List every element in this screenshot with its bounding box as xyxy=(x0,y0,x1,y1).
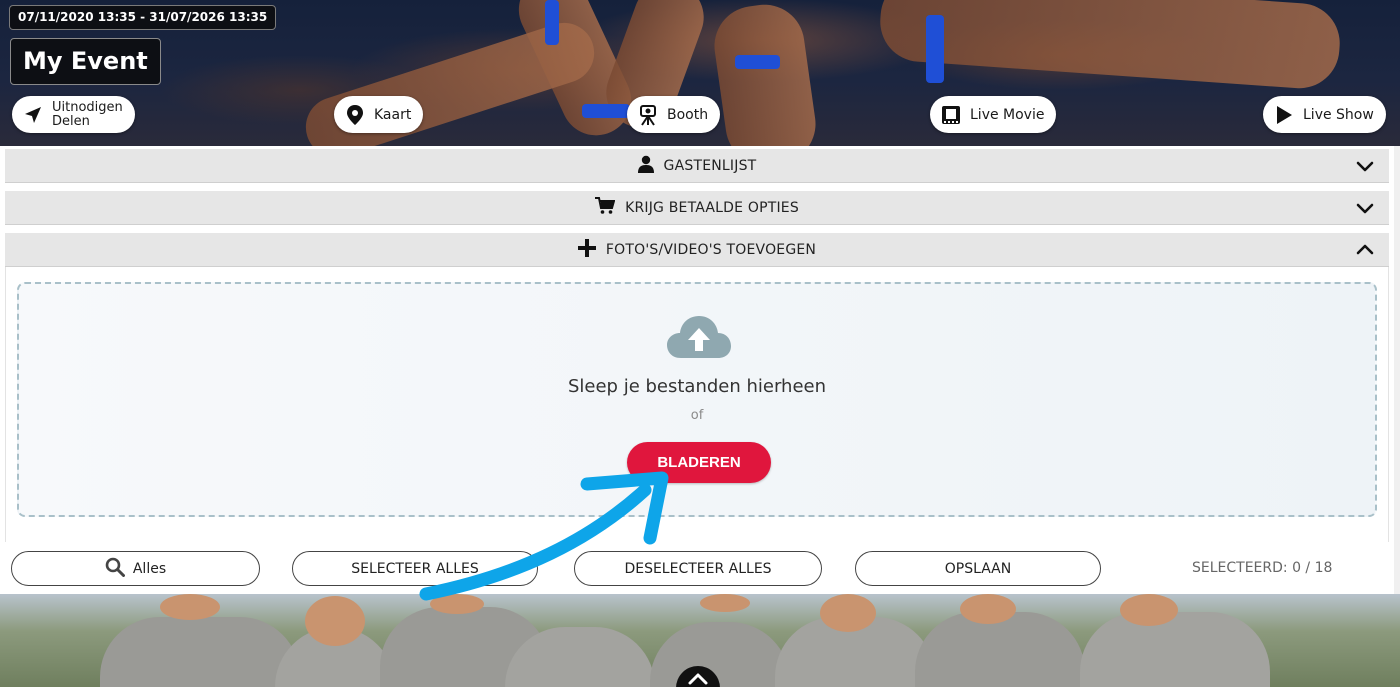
person-decoration xyxy=(1080,612,1270,687)
head-decoration xyxy=(1120,594,1178,626)
person-decoration xyxy=(915,612,1085,687)
live-show-button[interactable]: Live Show xyxy=(1263,96,1386,133)
camera-tripod-icon xyxy=(637,104,659,126)
invite-label: Uitnodigen xyxy=(52,99,123,115)
save-button[interactable]: OPSLAAN xyxy=(855,551,1101,586)
map-label: Kaart xyxy=(374,106,412,123)
live-movie-button[interactable]: Live Movie xyxy=(930,96,1057,133)
wristband-decoration xyxy=(582,104,630,118)
map-pin-icon xyxy=(344,104,366,126)
event-date-range: 07/11/2020 13:35 - 31/07/2026 13:35 xyxy=(9,5,277,30)
filter-all-button[interactable]: Alles xyxy=(11,551,260,586)
live-show-label: Live Show xyxy=(1303,106,1374,123)
head-decoration xyxy=(305,596,365,646)
paper-plane-icon xyxy=(22,104,44,126)
file-dropzone[interactable]: Sleep je bestanden hierheen of BLADEREN xyxy=(17,282,1377,517)
search-icon xyxy=(105,557,125,581)
hero-arm-decoration xyxy=(877,0,1343,91)
live-movie-label: Live Movie xyxy=(970,106,1045,123)
film-icon xyxy=(940,104,962,126)
head-decoration xyxy=(820,594,876,632)
head-decoration xyxy=(960,594,1016,624)
map-button[interactable]: Kaart xyxy=(334,96,424,133)
select-all-button[interactable]: SELECTEER ALLES xyxy=(292,551,538,586)
person-decoration xyxy=(650,622,790,687)
invite-share-button[interactable]: Uitnodigen Delen xyxy=(12,96,135,133)
guestlist-label: GASTENLIJST xyxy=(663,157,757,174)
dropzone-or-text: of xyxy=(690,408,704,423)
head-decoration xyxy=(160,594,220,620)
page-scrollbar[interactable] xyxy=(1394,146,1400,594)
booth-button[interactable]: Booth xyxy=(627,96,721,133)
browse-button[interactable]: BLADEREN xyxy=(627,442,771,483)
cart-icon xyxy=(595,196,616,219)
chevron-down-icon xyxy=(1356,203,1374,214)
add-media-accordion-header[interactable]: FOTO'S/VIDEO'S TOEVOEGEN xyxy=(5,233,1389,267)
chevron-up-icon xyxy=(688,673,708,685)
head-decoration xyxy=(430,594,484,614)
filter-all-label: Alles xyxy=(132,560,167,577)
user-icon xyxy=(637,155,654,177)
share-label: Delen xyxy=(52,113,90,129)
event-header-banner: 07/11/2020 13:35 - 31/07/2026 13:35 My E… xyxy=(0,0,1400,146)
cloud-upload-icon xyxy=(667,316,731,358)
wristband-decoration xyxy=(545,0,559,45)
plus-icon xyxy=(577,238,596,261)
wristband-decoration xyxy=(735,55,780,69)
deselect-all-button[interactable]: DESELECTEER ALLES xyxy=(574,551,822,586)
head-decoration xyxy=(700,594,750,612)
chevron-up-icon xyxy=(1356,244,1374,255)
paid-options-accordion-header[interactable]: KRIJG BETAALDE OPTIES xyxy=(5,191,1389,225)
hero-arm-decoration xyxy=(709,0,821,146)
dropzone-instruction: Sleep je bestanden hierheen xyxy=(567,376,827,397)
person-decoration xyxy=(100,617,300,687)
guestlist-accordion-header[interactable]: GASTENLIJST xyxy=(5,149,1389,183)
selected-count: SELECTEERD: 0 / 18 xyxy=(1192,560,1333,576)
add-media-panel: Sleep je bestanden hierheen of BLADEREN xyxy=(5,267,1389,542)
paid-options-label: KRIJG BETAALDE OPTIES xyxy=(625,199,799,216)
booth-label: Booth xyxy=(667,106,709,123)
media-toolbar: Alles SELECTEER ALLES DESELECTEER ALLES … xyxy=(0,542,1390,594)
wristband-decoration xyxy=(926,15,944,83)
event-title: My Event xyxy=(10,38,161,85)
play-icon xyxy=(1273,104,1295,126)
chevron-down-icon xyxy=(1356,161,1374,172)
add-media-label: FOTO'S/VIDEO'S TOEVOEGEN xyxy=(605,241,817,258)
